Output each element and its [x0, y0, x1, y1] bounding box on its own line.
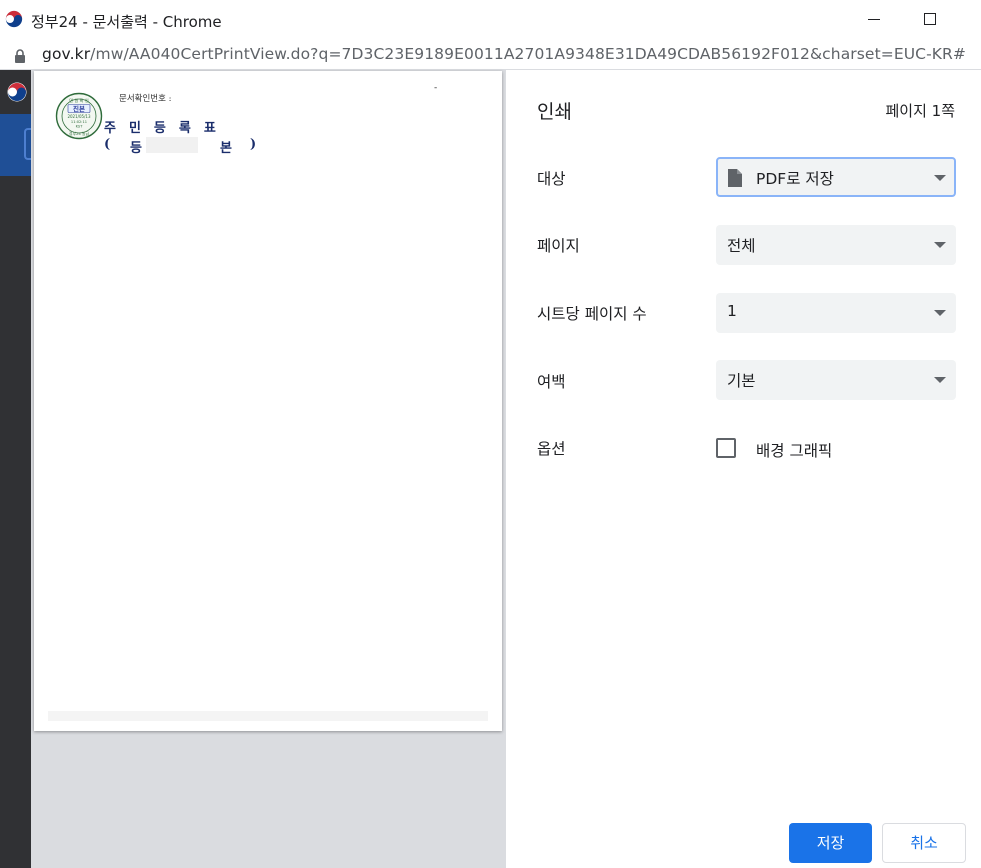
lock-icon[interactable] — [14, 49, 26, 63]
destination-label: 대상 — [537, 170, 566, 188]
print-dialog-title: 인쇄 — [537, 101, 572, 123]
caret-down-icon — [934, 377, 946, 383]
seal-time-text: 11:02:11 — [71, 120, 87, 124]
preview-page: 민 원 확 인 진본 2021/05/13 11:02:11 KST 정부24 … — [34, 71, 502, 731]
url-host: gov.kr — [42, 45, 91, 63]
subtitle-open-paren: ( — [104, 137, 111, 152]
background-page — [0, 70, 36, 868]
taegeuk-logo-icon — [7, 82, 27, 102]
options-label: 옵션 — [537, 440, 566, 458]
seal-top-text: 민 원 확 인 — [69, 97, 89, 104]
url-path: /mw/AA040CertPrintView.do?q=7D3C23E9189E… — [90, 45, 967, 63]
window-titlebar: 정부24 - 문서출력 - Chrome — [0, 0, 981, 40]
document-icon — [728, 169, 742, 187]
seal-main-text: 진본 — [73, 104, 85, 113]
faint-footer-text — [48, 711, 488, 721]
save-button[interactable]: 저장 — [789, 823, 872, 863]
document-confirm-number-label: 문서확인번호 : — [119, 94, 172, 104]
margins-label: 여백 — [537, 373, 566, 391]
address-bar[interactable]: gov.kr/mw/AA040CertPrintView.do?q=7D3C23… — [0, 40, 981, 70]
subtitle-close-paren: ) — [250, 137, 257, 152]
subtitle-left: 등 — [130, 141, 142, 156]
caret-down-icon — [934, 175, 946, 181]
print-preview-area[interactable]: 민 원 확 인 진본 2021/05/13 11:02:11 KST 정부24 … — [31, 70, 506, 868]
document-header-dash: - — [434, 83, 438, 93]
document-title: 주민등록표 — [104, 121, 229, 136]
pages-per-sheet-select[interactable]: 1 — [716, 293, 956, 333]
pages-value: 전체 — [727, 237, 756, 255]
pages-select[interactable]: 전체 — [716, 225, 956, 265]
minimize-button[interactable] — [862, 6, 888, 32]
caret-down-icon — [934, 242, 946, 248]
background-graphics-checkbox[interactable] — [716, 438, 736, 458]
redacted-block — [146, 137, 198, 153]
maximize-button[interactable] — [917, 6, 943, 32]
background-header-band — [0, 114, 36, 176]
page-count: 페이지 1쪽 — [885, 102, 955, 120]
destination-value: PDF로 저장 — [756, 170, 834, 188]
seal-date-text: 2021/05/13 — [67, 114, 91, 119]
destination-select[interactable]: PDF로 저장 — [716, 157, 956, 197]
print-settings-panel: 인쇄 페이지 1쪽 대상 PDF로 저장 페이지 전체 시트당 페이지 수 1 … — [506, 70, 981, 868]
pages-per-sheet-label: 시트당 페이지 수 — [537, 305, 647, 323]
seal-tz-text: KST — [76, 125, 84, 129]
cancel-button[interactable]: 취소 — [882, 823, 966, 863]
margins-value: 기본 — [727, 372, 756, 390]
window-title: 정부24 - 문서출력 - Chrome — [31, 13, 222, 31]
url-text[interactable]: gov.kr/mw/AA040CertPrintView.do?q=7D3C23… — [42, 45, 966, 63]
caret-down-icon — [934, 310, 946, 316]
authentication-seal-icon: 민 원 확 인 진본 2021/05/13 11:02:11 KST 정부24 … — [55, 92, 103, 140]
subtitle-right: 본 — [220, 141, 232, 156]
pages-per-sheet-value: 1 — [727, 302, 737, 320]
pages-label: 페이지 — [537, 237, 580, 255]
background-graphics-label[interactable]: 배경 그래픽 — [756, 439, 832, 461]
taegeuk-logo-icon — [5, 10, 23, 28]
margins-select[interactable]: 기본 — [716, 360, 956, 400]
seal-bottom-text: 정부24 발급 — [69, 131, 90, 136]
